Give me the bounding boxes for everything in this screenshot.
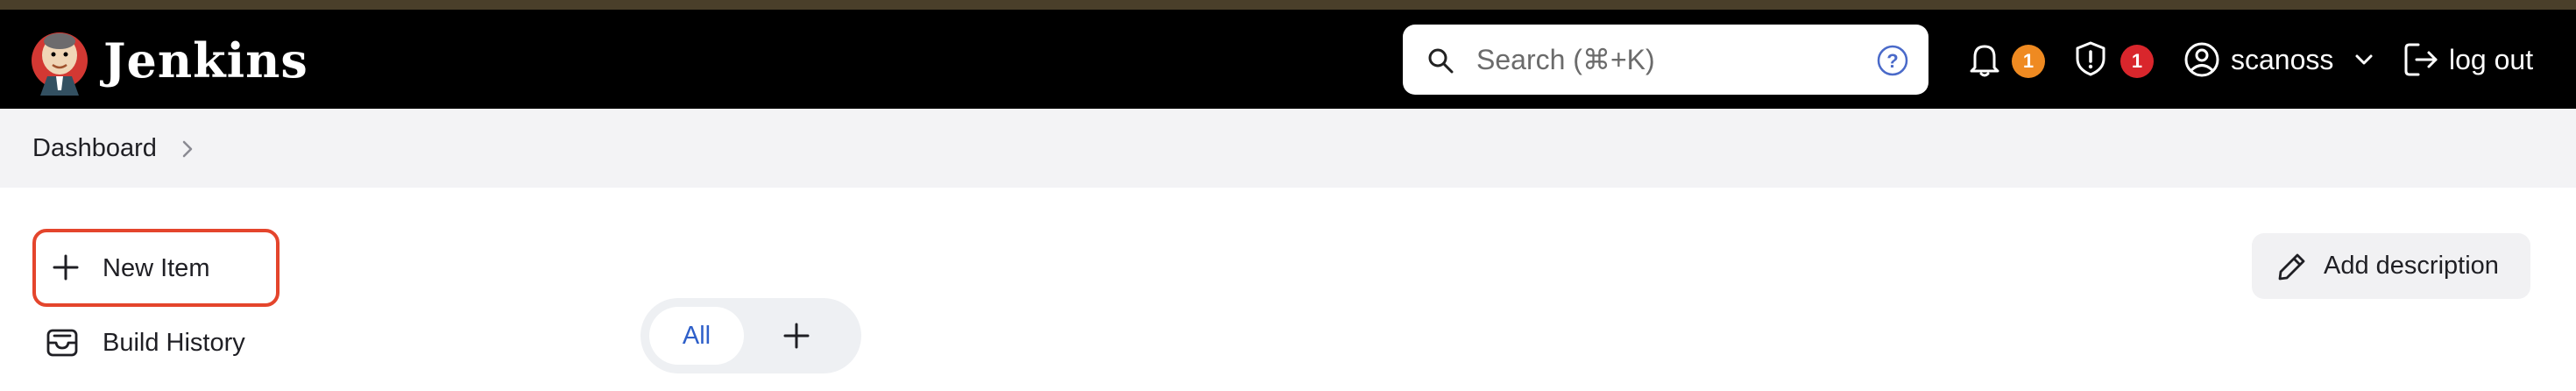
view-tabs: All (640, 298, 861, 373)
chevron-down-icon[interactable] (2353, 52, 2374, 68)
svg-text:?: ? (1886, 50, 1898, 72)
logout-icon[interactable] (2403, 41, 2441, 78)
new-item-label: New Item (103, 254, 210, 282)
plus-icon (53, 254, 79, 281)
logout-link[interactable]: log out (2449, 43, 2533, 76)
top-header: Jenkins ? 1 1 scanoss log out (0, 10, 2576, 109)
build-history-link[interactable]: Build History (32, 317, 295, 370)
user-menu-label[interactable]: scanoss (2231, 43, 2333, 76)
new-item-button[interactable]: New Item (32, 229, 280, 307)
security-badge: 1 (2120, 45, 2154, 78)
top-accent-strip (0, 0, 2576, 10)
breadcrumb: Dashboard (0, 109, 2576, 188)
breadcrumb-item-dashboard[interactable]: Dashboard (32, 133, 157, 163)
search-box[interactable]: ? (1403, 25, 1928, 95)
search-input[interactable] (1476, 39, 1827, 81)
search-icon (1428, 48, 1454, 74)
user-circle-icon[interactable] (2183, 41, 2220, 78)
build-history-label: Build History (103, 329, 245, 357)
add-description-label: Add description (2324, 252, 2499, 280)
bell-icon[interactable] (1968, 41, 2001, 78)
add-description-button[interactable]: Add description (2252, 233, 2530, 299)
add-view-icon[interactable] (781, 320, 812, 352)
pencil-icon (2278, 253, 2305, 281)
chevron-right-icon[interactable] (179, 137, 196, 161)
app-title[interactable]: Jenkins (103, 36, 308, 85)
inbox-icon (46, 329, 78, 357)
help-circle-icon[interactable]: ? (1876, 44, 1909, 77)
jenkins-logo-icon[interactable] (30, 25, 89, 97)
tab-all[interactable]: All (649, 307, 744, 365)
shield-alert-icon[interactable] (2073, 39, 2108, 78)
notifications-badge: 1 (2012, 45, 2045, 78)
